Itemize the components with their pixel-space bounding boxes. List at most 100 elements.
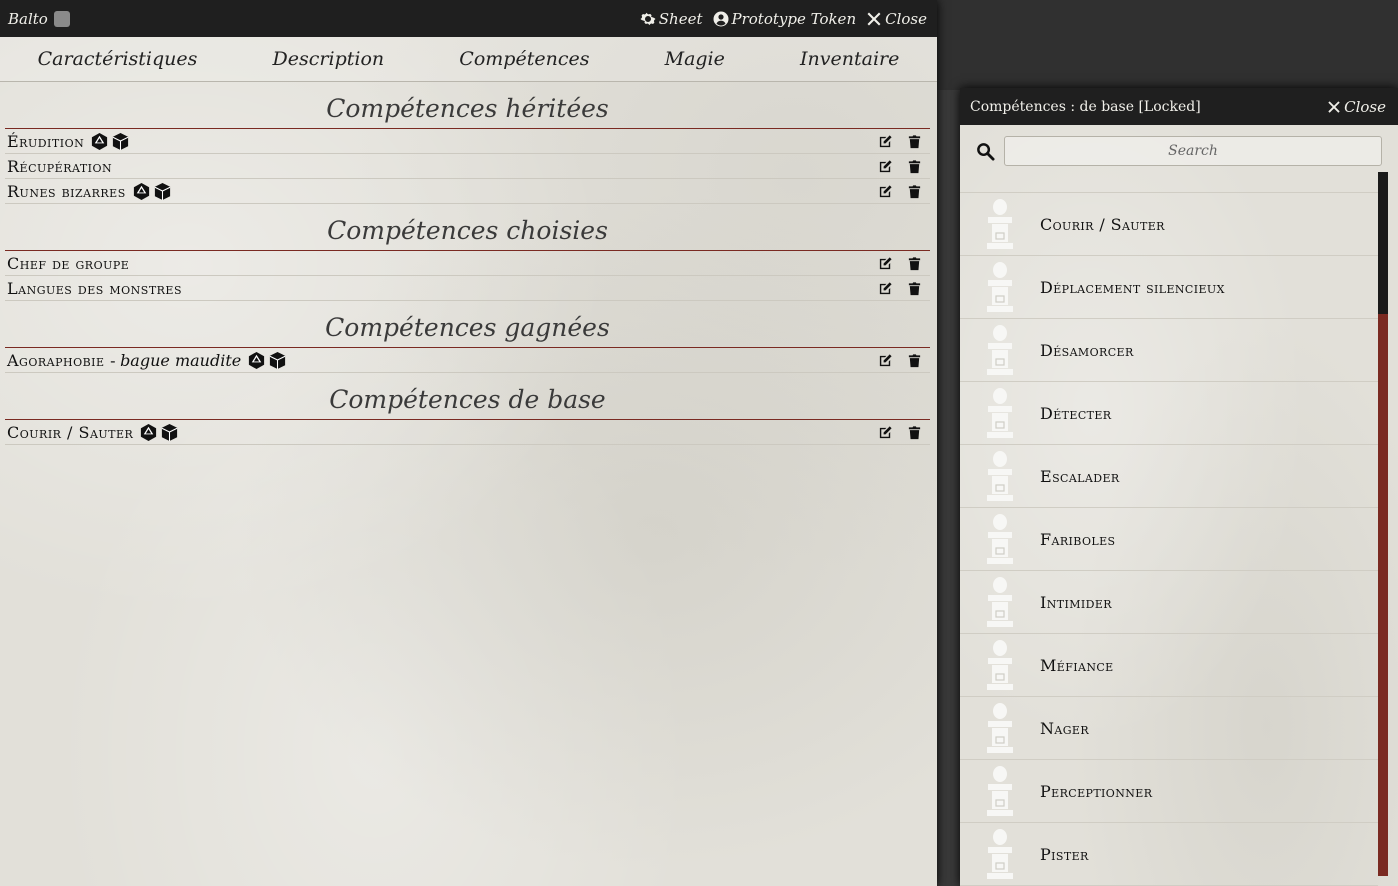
edit-icon[interactable] <box>878 159 893 174</box>
roll-dice-buttons[interactable] <box>139 423 179 442</box>
skill-row[interactable]: Courir / Sauter <box>5 420 930 445</box>
roll-dice-buttons[interactable] <box>90 132 130 151</box>
search-icon <box>977 142 995 161</box>
edit-icon[interactable] <box>878 353 893 368</box>
compendium-item[interactable]: Perceptionner <box>960 760 1378 823</box>
pawn-icon <box>987 514 1013 564</box>
trash-icon[interactable] <box>907 256 922 271</box>
skill-name[interactable]: Langues des monstres <box>7 279 182 298</box>
prototype-token-label: Prototype Token <box>731 9 857 28</box>
item-name: Désamorcer <box>1040 340 1134 360</box>
pawn-icon <box>987 388 1013 438</box>
item-icon <box>982 259 1018 315</box>
item-icon <box>982 196 1018 252</box>
item-icon <box>982 826 1018 882</box>
tab-magie[interactable]: Magie <box>665 48 725 70</box>
skill-name[interactable]: Chef de groupe <box>7 254 129 273</box>
compendium-item[interactable]: Intimider <box>960 571 1378 634</box>
tab-inventaire[interactable]: Inventaire <box>800 48 899 70</box>
sheet-title: Balto <box>8 9 48 28</box>
sheet-config-button[interactable]: Sheet <box>640 10 703 28</box>
skill-row[interactable]: Langues des monstres <box>5 276 930 301</box>
skill-name[interactable]: Érudition <box>7 132 84 151</box>
skill-name[interactable]: Agoraphobie - <box>7 351 116 370</box>
compendium-close-button[interactable]: Close <box>1327 98 1386 116</box>
section-title: Compétences héritées <box>5 82 930 129</box>
sheet-config-label: Sheet <box>658 9 703 28</box>
compendium-item[interactable]: Fariboles <box>960 508 1378 571</box>
prototype-token-button[interactable]: Prototype Token <box>713 9 857 28</box>
tab-caracteristiques[interactable]: Caractéristiques <box>38 48 198 70</box>
d6-icon <box>112 132 129 150</box>
compendium-item[interactable]: Détecter <box>960 382 1378 445</box>
edit-icon[interactable] <box>878 281 893 296</box>
scroll-thumb[interactable] <box>1378 172 1388 314</box>
search-input[interactable] <box>1004 136 1382 166</box>
item-icon <box>982 700 1018 756</box>
tab-competences[interactable]: Compétences <box>459 48 589 70</box>
skills-content: Compétences héritées Érudition Récupératio… <box>5 82 930 445</box>
roll-dice-buttons[interactable] <box>247 351 287 370</box>
row-actions <box>878 256 922 271</box>
item-name: Pister <box>1040 844 1089 864</box>
pawn-icon <box>987 766 1013 816</box>
section-title: Compétences gagnées <box>5 301 930 348</box>
compendium-header[interactable]: Compétences : de base [Locked] Close <box>960 88 1398 125</box>
pawn-icon <box>987 451 1013 501</box>
section-title: Compétences choisies <box>5 204 930 251</box>
item-icon <box>982 448 1018 504</box>
skill-row[interactable]: Récupération <box>5 154 930 179</box>
roll-dice-buttons[interactable] <box>132 182 172 201</box>
pawn-icon <box>987 199 1013 249</box>
compendium-item[interactable]: Méfiance <box>960 634 1378 697</box>
gear-icon <box>640 12 656 25</box>
item-icon <box>982 511 1018 567</box>
compendium-scrollbar[interactable] <box>1378 172 1388 876</box>
compendium-item[interactable]: Nager <box>960 697 1378 760</box>
edit-icon[interactable] <box>878 425 893 440</box>
tab-description[interactable]: Description <box>273 48 385 70</box>
d6-icon <box>161 423 178 441</box>
trash-icon[interactable] <box>907 134 922 149</box>
compendium-item[interactable]: Pister <box>960 823 1378 886</box>
item-icon <box>982 322 1018 378</box>
edit-icon[interactable] <box>878 134 893 149</box>
edit-icon[interactable] <box>878 256 893 271</box>
d6-icon <box>269 351 286 369</box>
item-icon <box>982 574 1018 630</box>
compendium-item[interactable]: Déplacement silencieux <box>960 256 1378 319</box>
trash-icon[interactable] <box>907 353 922 368</box>
d6-icon <box>154 182 171 200</box>
edit-icon[interactable] <box>878 184 893 199</box>
trash-icon[interactable] <box>907 425 922 440</box>
sheet-close-button[interactable]: Close <box>866 10 927 28</box>
d20-icon <box>133 182 149 200</box>
section-title: Compétences de base <box>5 373 930 420</box>
skill-row[interactable]: Agoraphobie - bague maudite <box>5 348 930 373</box>
pawn-icon <box>987 640 1013 690</box>
skill-name[interactable]: Courir / Sauter <box>7 423 133 442</box>
close-icon <box>867 12 881 25</box>
skill-name[interactable]: Récupération <box>7 157 112 176</box>
trash-icon[interactable] <box>907 159 922 174</box>
trash-icon[interactable] <box>907 184 922 199</box>
skill-row[interactable]: Runes bizarres <box>5 179 930 204</box>
compendium-item[interactable]: Escalader <box>960 445 1378 508</box>
item-icon <box>982 763 1018 819</box>
d20-icon <box>141 423 157 441</box>
skill-row[interactable]: Chef de groupe <box>5 251 930 276</box>
compendium-list[interactable]: Courir / Sauter Déplacement silencieux Dés… <box>960 172 1378 886</box>
compendium-item[interactable]: Courir / Sauter <box>960 193 1378 256</box>
pawn-icon <box>987 829 1013 879</box>
sheet-header[interactable]: Balto Sheet Prototype Token Close <box>0 0 937 37</box>
background-bar <box>937 0 1398 90</box>
row-actions <box>878 425 922 440</box>
skill-row[interactable]: Érudition <box>5 129 930 154</box>
compendium-title: Compétences : de base [Locked] <box>970 98 1201 115</box>
compendium-item[interactable]: Désamorcer <box>960 319 1378 382</box>
character-sheet-window: Balto Sheet Prototype Token Close Caract… <box>0 0 937 886</box>
item-icon <box>982 385 1018 441</box>
trash-icon[interactable] <box>907 281 922 296</box>
compendium-close-label: Close <box>1344 97 1386 116</box>
skill-name[interactable]: Runes bizarres <box>7 182 126 201</box>
